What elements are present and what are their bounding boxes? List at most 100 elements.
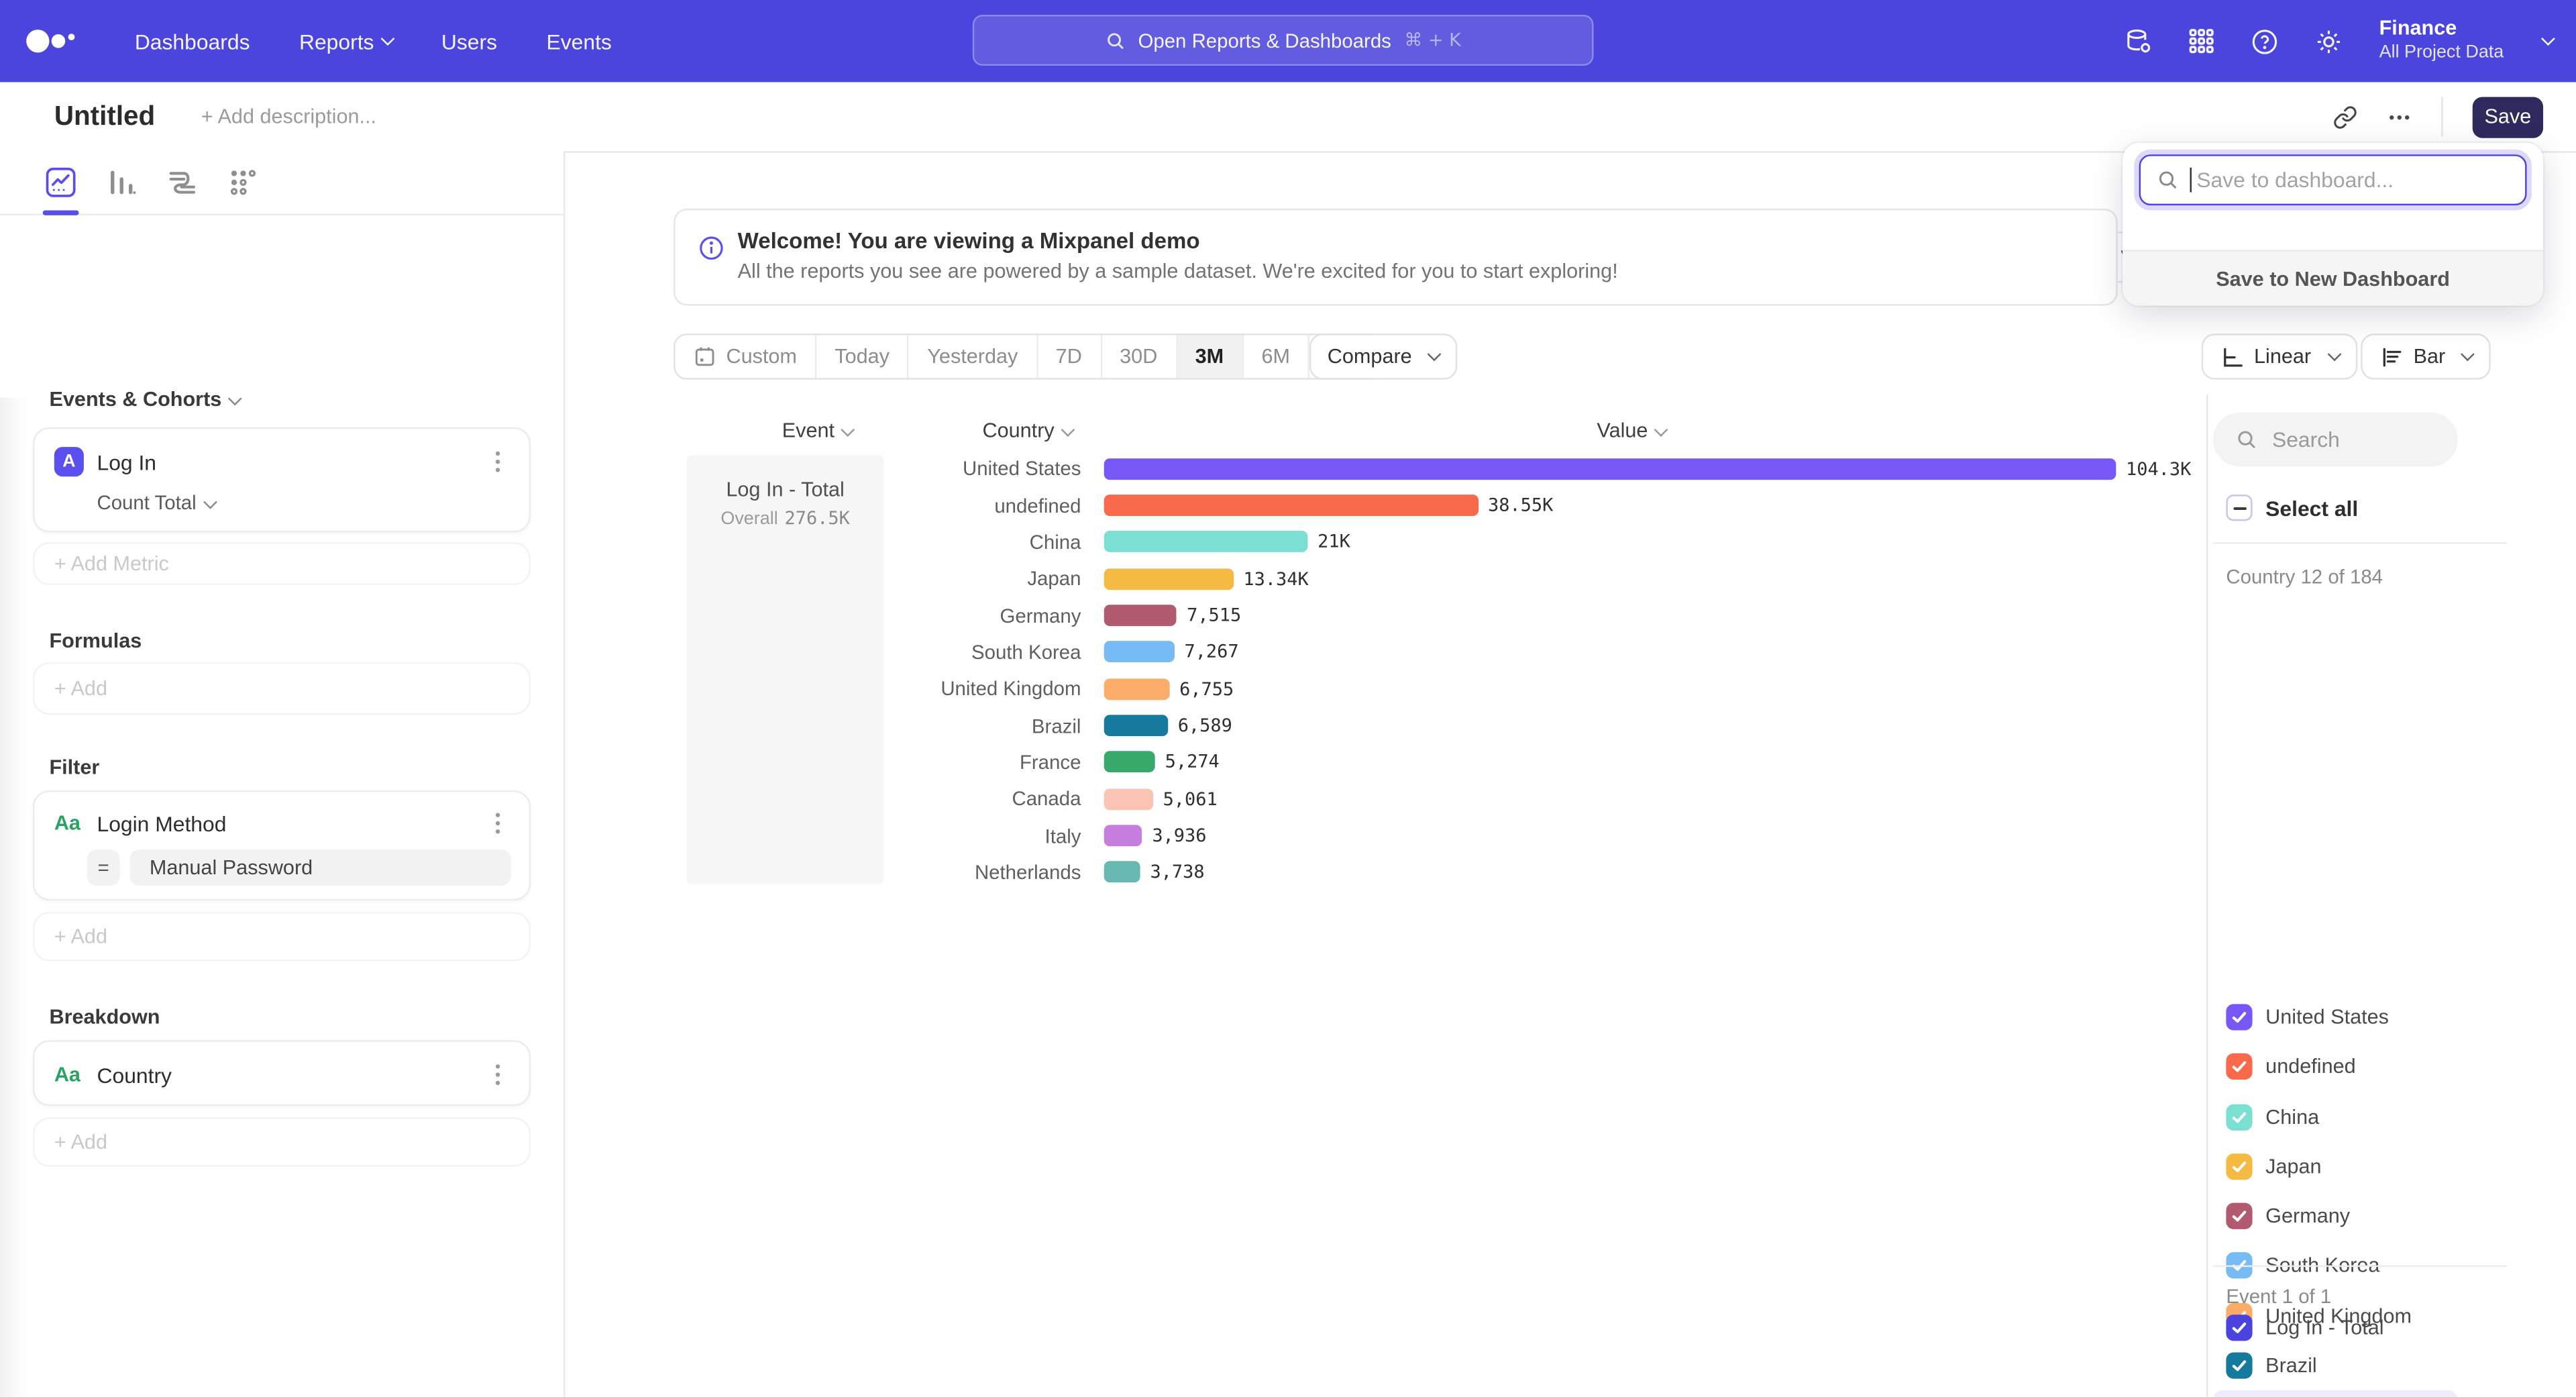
bar-category-label[interactable]: Japan xyxy=(674,567,1081,590)
report-title[interactable]: Untitled xyxy=(54,101,155,133)
range-button-30d[interactable]: 30D xyxy=(1100,335,1176,378)
range-button-3m[interactable]: 3M xyxy=(1175,335,1242,378)
help-icon[interactable] xyxy=(2251,27,2279,55)
breakdown-property-name[interactable]: Country xyxy=(97,1064,172,1088)
event-column-header[interactable]: Event xyxy=(782,419,853,442)
tab-insights[interactable] xyxy=(43,161,79,204)
tab-retention[interactable] xyxy=(225,161,262,204)
bar-category-label[interactable]: France xyxy=(674,751,1081,774)
country-checkbox[interactable] xyxy=(2226,1004,2252,1031)
tab-flows[interactable] xyxy=(164,161,201,204)
more-options-icon[interactable] xyxy=(2387,105,2412,130)
add-breakdown-button[interactable]: + Add xyxy=(33,1117,531,1166)
breakdown-kebab-icon[interactable] xyxy=(486,1062,509,1088)
filter-value[interactable]: Manual Password xyxy=(129,849,511,886)
bar[interactable] xyxy=(1104,678,1170,700)
legend-search-input[interactable]: Search xyxy=(2213,413,2458,467)
bar-category-label[interactable]: Netherlands xyxy=(674,861,1081,884)
mixpanel-logo-icon[interactable] xyxy=(23,21,78,61)
bar-category-label[interactable]: United Kingdom xyxy=(674,678,1081,701)
add-metric-button[interactable]: + Add Metric xyxy=(33,542,531,585)
bar[interactable] xyxy=(1104,862,1140,883)
bar[interactable] xyxy=(1104,568,1234,590)
bar-value-label: 5,274 xyxy=(1165,752,1220,773)
range-button-yesterday[interactable]: Yesterday xyxy=(908,335,1036,378)
bar-zone: 5,061 xyxy=(1104,788,1218,810)
scale-selector-button[interactable]: Linear xyxy=(2202,333,2357,380)
filter-card[interactable]: Aa Login Method = Manual Password xyxy=(33,790,531,900)
legend-row-japan[interactable]: Japan xyxy=(2213,1141,2458,1191)
bar-category-label[interactable]: Germany xyxy=(674,604,1081,627)
event-checkbox[interactable] xyxy=(2226,1314,2252,1341)
legend-row-brazil[interactable]: Brazil xyxy=(2213,1341,2458,1390)
bar[interactable] xyxy=(1104,605,1177,626)
search-icon xyxy=(2236,429,2257,450)
copy-link-icon[interactable] xyxy=(2333,105,2358,130)
bar[interactable] xyxy=(1104,752,1155,773)
tab-funnels[interactable] xyxy=(103,161,140,204)
settings-gear-icon[interactable] xyxy=(2315,27,2343,55)
chevron-down-icon xyxy=(2327,348,2341,362)
save-button[interactable]: Save xyxy=(2473,96,2543,137)
save-to-new-dashboard-button[interactable]: Save to New Dashboard xyxy=(2123,250,2543,305)
metric-kebab-icon[interactable] xyxy=(486,449,509,475)
chart-type-button[interactable]: Bar xyxy=(2361,333,2491,380)
range-button-custom[interactable]: Custom xyxy=(676,335,815,378)
select-all-checkbox[interactable] xyxy=(2226,495,2252,521)
add-filter-button[interactable]: + Add xyxy=(33,912,531,961)
bar[interactable] xyxy=(1104,641,1175,663)
country-column-header[interactable]: Country xyxy=(983,419,1073,442)
events-cohorts-header[interactable]: Events & Cohorts xyxy=(49,388,239,411)
metric-aggregation[interactable]: Count Total xyxy=(97,491,214,514)
country-checkbox[interactable] xyxy=(2226,1153,2252,1180)
bar[interactable] xyxy=(1104,531,1308,553)
bar[interactable] xyxy=(1104,715,1168,737)
metric-event-name[interactable]: Log In xyxy=(97,450,156,475)
value-column-header[interactable]: Value xyxy=(1597,419,1666,442)
nav-item-users[interactable]: Users xyxy=(441,29,497,54)
legend-row-undefined[interactable]: undefined xyxy=(2213,1042,2458,1092)
nav-item-dashboards[interactable]: Dashboards xyxy=(135,29,250,54)
legend-event-row[interactable]: Log In - Total xyxy=(2226,1314,2383,1341)
legend-row-united-states[interactable]: United States xyxy=(2213,992,2458,1042)
legend-row-china[interactable]: China xyxy=(2213,1092,2458,1141)
breakdown-card[interactable]: Aa Country xyxy=(33,1040,531,1106)
save-dashboard-search-input[interactable]: Save to dashboard... xyxy=(2139,154,2527,205)
apps-grid-icon[interactable] xyxy=(2189,28,2215,54)
metric-card[interactable]: A Log In Count Total xyxy=(33,427,531,533)
bar[interactable] xyxy=(1104,788,1153,810)
compare-button[interactable]: Compare xyxy=(1309,333,1458,380)
bar-category-label[interactable]: Canada xyxy=(674,788,1081,811)
bar-category-label[interactable]: undefined xyxy=(674,494,1081,517)
project-subtitle: All Project Data xyxy=(2379,43,2504,66)
country-checkbox[interactable] xyxy=(2226,1352,2252,1378)
filter-kebab-icon[interactable] xyxy=(486,810,509,836)
bar-category-label[interactable]: United States xyxy=(674,457,1081,480)
project-switcher[interactable]: Finance All Project Data xyxy=(2379,17,2504,65)
calendar-icon xyxy=(693,345,716,368)
select-all-row[interactable]: Select all xyxy=(2226,495,2358,521)
filter-operator[interactable]: = xyxy=(87,849,120,886)
range-button-6m[interactable]: 6M xyxy=(1242,335,1308,378)
nav-item-events[interactable]: Events xyxy=(547,29,612,54)
legend-row-germany[interactable]: Germany xyxy=(2213,1192,2458,1241)
filter-property-name[interactable]: Login Method xyxy=(97,812,226,837)
range-button-today[interactable]: Today xyxy=(815,335,908,378)
bar-category-label[interactable]: Italy xyxy=(674,824,1081,847)
bar-category-label[interactable]: China xyxy=(674,531,1081,554)
nav-item-reports[interactable]: Reports xyxy=(299,29,392,54)
legend-row-france[interactable]: France xyxy=(2213,1390,2458,1397)
add-description-button[interactable]: + Add description... xyxy=(201,105,376,128)
bar-category-label[interactable]: Brazil xyxy=(674,714,1081,737)
global-search-button[interactable]: Open Reports & Dashboards ⌘ + K xyxy=(973,15,1594,66)
country-checkbox[interactable] xyxy=(2226,1054,2252,1080)
bar[interactable] xyxy=(1104,825,1142,847)
country-checkbox[interactable] xyxy=(2226,1203,2252,1229)
bar[interactable] xyxy=(1104,495,1479,516)
country-checkbox[interactable] xyxy=(2226,1104,2252,1130)
add-formula-button[interactable]: + Add xyxy=(33,662,531,715)
bar-category-label[interactable]: South Korea xyxy=(674,641,1081,664)
bar[interactable] xyxy=(1104,458,2116,479)
range-button-7d[interactable]: 7D xyxy=(1036,335,1099,378)
data-management-icon[interactable] xyxy=(2125,27,2153,55)
